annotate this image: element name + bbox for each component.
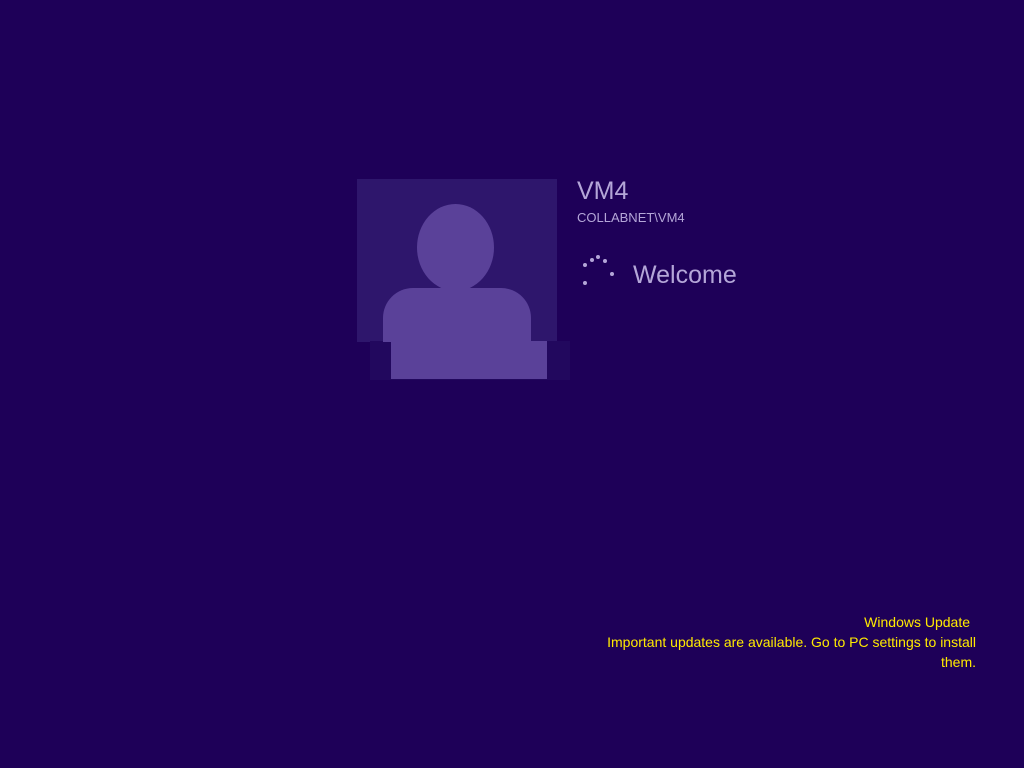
windows-update-title: Windows Update xyxy=(864,614,970,630)
welcome-status-text: Welcome xyxy=(633,261,737,289)
windows-update-notification: Windows Update Important updates are ava… xyxy=(596,612,976,672)
user-silhouette-head-icon xyxy=(417,204,494,291)
user-domain-account: COLLABNET\VM4 xyxy=(577,210,685,225)
user-silhouette-reflection xyxy=(391,341,547,379)
lock-screen: VM4 COLLABNET\VM4 Welcome Windows Update… xyxy=(0,0,1024,768)
windows-update-message: Important updates are available. Go to P… xyxy=(607,634,976,670)
loading-spinner-icon xyxy=(578,254,618,290)
user-name: VM4 xyxy=(577,177,629,205)
user-silhouette-body-icon xyxy=(383,288,531,342)
